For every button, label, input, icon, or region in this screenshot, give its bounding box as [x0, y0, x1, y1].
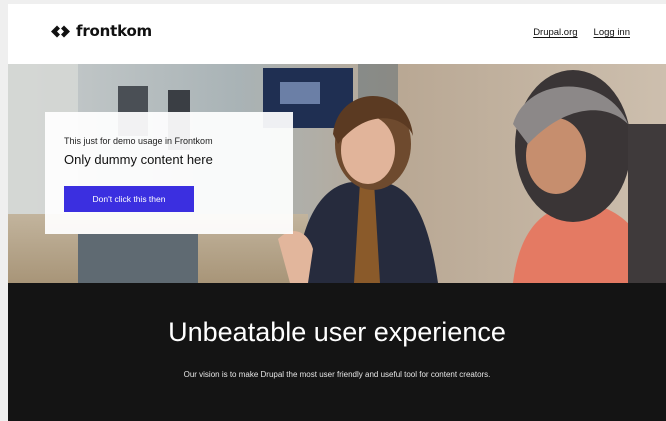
feature-section: Unbeatable user experience Our vision is…: [8, 283, 666, 421]
nav-link-logg-inn[interactable]: Logg inn: [594, 27, 630, 38]
frontkom-logo-icon: [51, 24, 70, 39]
page: frontkom Drupal.org Logg inn This just f…: [8, 4, 666, 421]
hero-heading: Only dummy content here: [64, 152, 213, 167]
feature-description: Our vision is to make Drupal the most us…: [183, 370, 491, 379]
hero-kicker-text: This just for demo usage in Frontkom: [64, 136, 213, 146]
site-header: frontkom Drupal.org Logg inn: [8, 4, 666, 64]
header-nav: Drupal.org Logg inn: [533, 27, 630, 38]
nav-link-drupal-org[interactable]: Drupal.org: [533, 27, 577, 38]
hero-card: This just for demo usage in Frontkom Onl…: [45, 112, 293, 234]
logo-text: frontkom: [76, 22, 152, 40]
hero-banner: This just for demo usage in Frontkom Onl…: [8, 64, 666, 283]
hero-cta-button[interactable]: Don't click this then: [64, 186, 194, 212]
site-logo[interactable]: frontkom: [51, 22, 152, 40]
feature-title: Unbeatable user experience: [168, 317, 506, 347]
